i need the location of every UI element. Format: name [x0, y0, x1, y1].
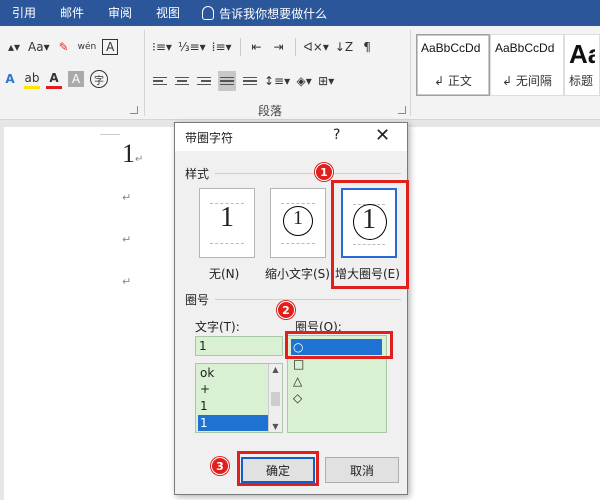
group-divider: [144, 30, 145, 116]
paragraph-dialog-launcher-icon[interactable]: [398, 106, 406, 114]
style-normal[interactable]: AaBbCcDd ↲ 正文: [416, 34, 490, 96]
shape-item-triangle[interactable]: △: [291, 373, 382, 389]
numbering-icon[interactable]: ⅓≡▾: [178, 37, 206, 57]
text-field-label: 文字(T):: [195, 320, 240, 334]
help-icon[interactable]: ?: [333, 127, 340, 143]
align-center-icon[interactable]: [174, 71, 190, 91]
circle-section-label: 圈号: [185, 293, 210, 307]
char-border-button[interactable]: A: [102, 39, 119, 55]
option-none-label[interactable]: 无(N): [209, 265, 239, 282]
style-name: 标题: [569, 74, 594, 88]
option-shrink-text-label[interactable]: 缩小文字(S): [265, 265, 330, 282]
font-color-icon[interactable]: A: [46, 69, 62, 89]
paragraph-mark: ↵: [122, 191, 132, 204]
justify-icon[interactable]: [218, 71, 236, 91]
asian-layout-icon[interactable]: ᐊ×▾: [304, 37, 329, 57]
scroll-down-icon[interactable]: ▼: [269, 422, 282, 431]
section-divider: [215, 299, 401, 300]
multilevel-list-icon[interactable]: ⁞≡▾: [212, 37, 232, 57]
style-sample: AaBbCcDd: [495, 41, 555, 55]
close-icon[interactable]: ✕: [375, 125, 390, 146]
clear-format-icon[interactable]: ✎: [56, 37, 72, 57]
enclose-characters-dialog: 带圈字符 ? ✕ 样式 1 无(N) 1 缩小文字(S) 1 增大圈号(E) 1…: [174, 122, 409, 495]
styles-gallery: AaBbCcDd ↲ 正文 AaBbCcDd ↲ 无间隔 Aa 标题: [416, 34, 600, 96]
annotation-badge-2: 2: [277, 301, 295, 319]
text-input-value: 1: [199, 339, 207, 353]
tell-me-text: 告诉我你想要做什么: [219, 6, 328, 21]
paragraph-mark: ↵: [122, 233, 132, 246]
text-input[interactable]: 1: [195, 336, 283, 356]
section-divider: [215, 173, 401, 174]
shading-icon[interactable]: ◈▾: [296, 71, 312, 91]
change-case-label: Aa: [28, 40, 44, 54]
list-item[interactable]: 1: [198, 415, 268, 431]
option-none[interactable]: 1: [199, 188, 255, 258]
tab-references[interactable]: 引用: [0, 0, 48, 26]
distribute-icon[interactable]: [242, 71, 258, 91]
text-effects-icon[interactable]: A: [2, 69, 18, 89]
annotation-badge-1: 1: [315, 163, 333, 181]
group-divider: [410, 30, 411, 116]
bullets-icon[interactable]: ⁝≡▾: [152, 37, 172, 57]
paragraph-mark: ↵: [122, 275, 132, 288]
lightbulb-icon: [202, 6, 215, 20]
show-marks-icon[interactable]: ¶: [359, 37, 375, 57]
font-dialog-launcher-icon[interactable]: [130, 106, 138, 114]
decrease-indent-icon[interactable]: ⇤: [249, 37, 265, 57]
option-glyph: 1: [293, 207, 303, 229]
line-spacing-icon[interactable]: ↕≡▾: [264, 71, 290, 91]
tell-me-box[interactable]: 告诉我你想要做什么: [192, 5, 327, 22]
style-name: ↲ 无间隔: [502, 74, 552, 88]
separator: [239, 38, 241, 56]
phonetic-guide-button[interactable]: wén: [78, 37, 97, 57]
text-list[interactable]: ok + 1 1 ▲ ▼: [195, 363, 283, 433]
style-no-spacing[interactable]: AaBbCcDd ↲ 无间隔: [490, 34, 564, 96]
separator: [294, 38, 296, 56]
scroll-up-icon[interactable]: ▲: [269, 365, 282, 374]
scroll-thumb[interactable]: [271, 392, 280, 406]
style-sample: Aa: [569, 41, 595, 67]
annotation-badge-3: 3: [211, 457, 229, 475]
style-section-label: 样式: [185, 167, 210, 181]
list-item[interactable]: ok: [198, 365, 268, 381]
tab-mailings[interactable]: 邮件: [48, 0, 96, 26]
dialog-titlebar[interactable]: 带圈字符 ? ✕: [175, 123, 407, 151]
highlight-icon[interactable]: ab: [24, 69, 40, 89]
list-item[interactable]: 1: [198, 398, 268, 414]
cancel-button[interactable]: 取消: [325, 457, 399, 483]
change-case-button[interactable]: Aa ▾: [28, 37, 50, 57]
annotation-box-2: [285, 331, 393, 359]
tab-review[interactable]: 审阅: [96, 0, 144, 26]
annotation-box-3: [237, 451, 319, 486]
option-glyph: 1: [220, 202, 234, 233]
font-grow-arrows-icon[interactable]: ▴▾: [6, 37, 22, 57]
align-right-icon[interactable]: [196, 71, 212, 91]
style-heading[interactable]: Aa 标题: [564, 34, 600, 96]
char-shading-icon[interactable]: A: [68, 71, 84, 87]
style-sample: AaBbCcDd: [421, 41, 481, 55]
style-name: ↲ 正文: [434, 74, 472, 88]
dialog-title: 带圈字符: [185, 130, 234, 145]
list-item[interactable]: +: [198, 381, 268, 397]
annotation-box-1: [331, 180, 409, 289]
increase-indent-icon[interactable]: ⇥: [271, 37, 287, 57]
align-left-icon[interactable]: [152, 71, 168, 91]
ribbon: ▴▾ Aa ▾ ✎ wén A A ab A A 字 ⁝≡▾ ⅓≡▾ ⁞≡▾ ⇤ …: [0, 26, 600, 120]
tab-view[interactable]: 视图: [144, 0, 192, 26]
document-first-line: 1↵: [122, 139, 144, 168]
paragraph-group-label: 段落: [258, 104, 283, 118]
enclose-char-button[interactable]: 字: [90, 70, 108, 88]
borders-icon[interactable]: ⊞▾: [318, 71, 334, 91]
shape-item-diamond[interactable]: ◇: [291, 390, 382, 406]
list-scrollbar[interactable]: ▲ ▼: [268, 364, 282, 432]
ribbon-tab-bar: 引用 邮件 审阅 视图 告诉我你想要做什么: [0, 0, 600, 26]
option-shrink-text[interactable]: 1: [270, 188, 326, 258]
sort-icon[interactable]: ↓Z: [335, 37, 353, 57]
margin-marker: [100, 127, 120, 135]
